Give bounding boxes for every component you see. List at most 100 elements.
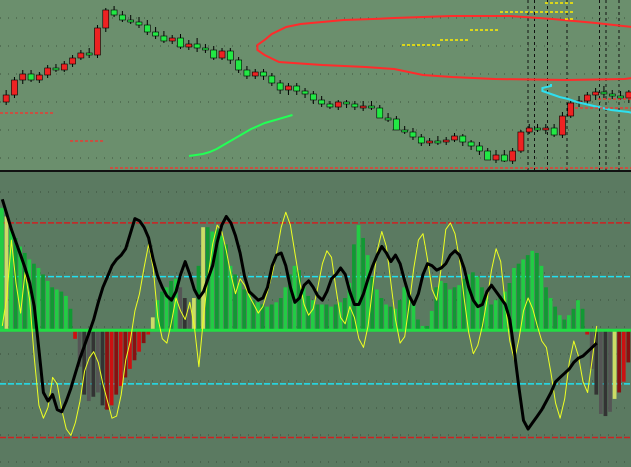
histogram-bar <box>566 315 571 331</box>
histogram-bar <box>118 330 123 387</box>
candle-body <box>525 127 533 133</box>
histogram-bar <box>571 308 576 331</box>
histogram-bar <box>626 330 631 363</box>
histogram-bar <box>608 330 612 412</box>
histogram-bar <box>603 330 608 417</box>
histogram-bar <box>438 280 443 331</box>
candle-body <box>617 95 624 99</box>
histogram-bar <box>576 300 580 331</box>
candle-body <box>584 94 591 102</box>
candle-body <box>193 43 201 49</box>
candle-body <box>550 127 558 136</box>
histogram-bar <box>233 274 237 331</box>
histogram-bar <box>269 304 274 331</box>
candle-body <box>592 91 599 96</box>
candle-body <box>301 90 309 95</box>
candle-body <box>293 85 301 92</box>
candle-body <box>501 154 508 162</box>
candle-body <box>251 71 259 77</box>
histogram-bar <box>242 289 247 331</box>
candle-body <box>210 49 218 59</box>
candle-body <box>359 105 367 109</box>
histogram-bar <box>54 289 59 331</box>
candle-body <box>318 99 325 105</box>
histogram-bar <box>448 289 452 331</box>
histogram-bar <box>356 225 361 331</box>
candle-body <box>227 50 234 61</box>
histogram-bar <box>329 306 333 331</box>
candle-body <box>534 127 541 131</box>
candle-body <box>326 103 334 108</box>
histogram-bar <box>59 291 64 331</box>
histogram-bar <box>278 298 283 331</box>
panel-divider <box>0 170 631 172</box>
trading-chart <box>0 0 631 467</box>
histogram-bar <box>411 302 416 331</box>
histogram-bar <box>621 330 626 382</box>
candle-body <box>69 57 76 65</box>
candle-body <box>467 141 475 147</box>
histogram-bar <box>114 330 119 395</box>
candle-body <box>119 14 126 21</box>
histogram-bar <box>45 280 50 331</box>
candle-body <box>600 91 608 95</box>
candle-body <box>409 131 417 138</box>
candle-body <box>143 24 151 33</box>
histogram-bar <box>265 306 269 331</box>
histogram-bar <box>544 287 548 331</box>
histogram-bar <box>132 330 137 361</box>
histogram-bar <box>493 300 498 331</box>
price-background <box>0 0 631 170</box>
histogram-bar <box>13 237 18 331</box>
candle-body <box>185 43 193 48</box>
histogram-bar <box>333 304 338 331</box>
histogram-bar <box>256 302 260 331</box>
histogram-bar <box>557 315 562 331</box>
histogram-bar <box>525 255 530 331</box>
candle-body <box>168 37 176 42</box>
histogram-bar <box>237 283 242 331</box>
histogram-bar <box>553 306 558 331</box>
candle-body <box>559 115 566 136</box>
histogram-bar <box>397 300 402 331</box>
histogram-bar <box>68 308 73 331</box>
histogram-bar <box>452 287 457 331</box>
histogram-bar <box>4 216 9 331</box>
histogram-bar <box>41 274 45 331</box>
histogram-bar <box>361 237 365 331</box>
histogram-bar <box>612 330 617 399</box>
candle-body <box>52 67 60 71</box>
candle-body <box>351 103 359 108</box>
histogram-bar <box>201 227 205 331</box>
histogram-bar <box>64 295 68 331</box>
candle-body <box>85 52 93 56</box>
histogram-bar <box>50 287 55 331</box>
histogram-bar <box>315 304 320 331</box>
candle-body <box>517 131 525 152</box>
histogram-bar <box>137 330 141 352</box>
candle-body <box>384 117 392 121</box>
candle-body <box>285 85 292 91</box>
candle-body <box>94 27 101 56</box>
histogram-bar <box>141 330 146 344</box>
histogram-bar <box>109 330 114 406</box>
histogram-bar <box>283 287 288 331</box>
candle-body <box>276 82 284 91</box>
candle-body <box>451 135 458 141</box>
histogram-bar <box>374 289 379 331</box>
histogram-bar <box>182 298 187 331</box>
candle-body <box>343 101 350 105</box>
histogram-bar <box>489 304 494 331</box>
candle-body <box>19 73 27 81</box>
candle-body <box>625 91 631 99</box>
candle-body <box>11 79 18 96</box>
histogram-bar <box>384 304 388 331</box>
candle-body <box>44 67 51 76</box>
candle-body <box>60 63 68 71</box>
histogram-bar <box>539 265 544 331</box>
candle-body <box>334 101 342 108</box>
histogram-bar <box>530 250 535 331</box>
histogram-bar <box>150 317 155 331</box>
candle-body <box>110 9 118 16</box>
histogram-bar <box>100 330 105 406</box>
